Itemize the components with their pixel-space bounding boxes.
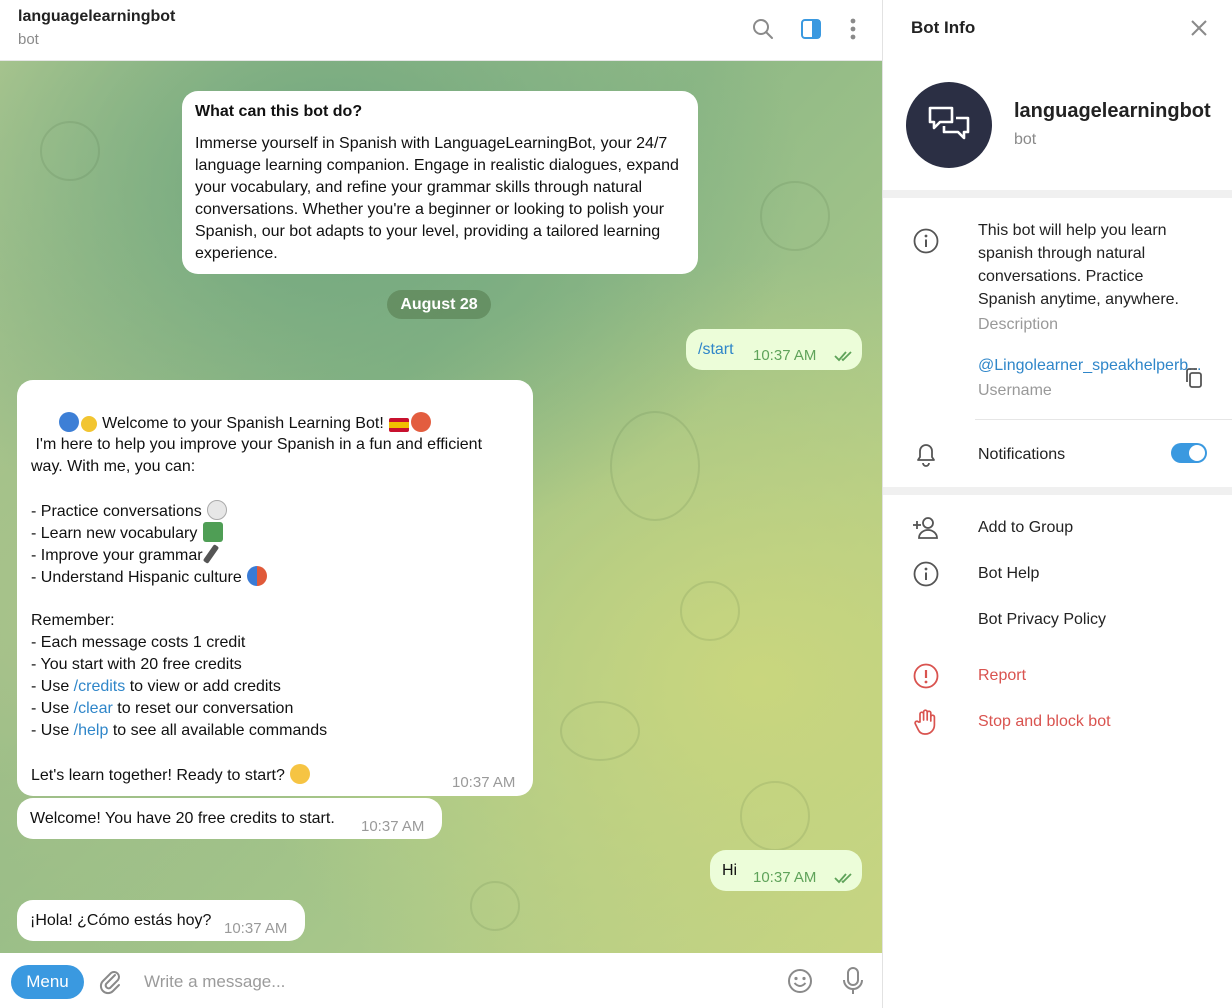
speech-bubble-emoji-icon xyxy=(207,500,228,520)
chat-column: languagelearningbot bot What can this bo… xyxy=(0,0,882,1008)
message-line: way. With me, you can: xyxy=(31,458,196,475)
command-link-help[interactable]: /help xyxy=(74,722,109,739)
divider xyxy=(883,487,1232,495)
message-line: Welcome to your Spanish Learning Bot! xyxy=(31,390,519,432)
message-time: 10:37 AM xyxy=(753,347,817,364)
message-text: Welcome! You have 20 free credits to sta… xyxy=(30,810,335,827)
bell-icon xyxy=(912,440,940,468)
date-separator: August 28 xyxy=(387,290,491,319)
message-line: - Understand Hispanic culture xyxy=(31,566,519,588)
info-card-body: Immerse yourself in Spanish with Languag… xyxy=(195,135,679,262)
books-emoji-icon xyxy=(202,522,223,542)
avatar[interactable] xyxy=(906,82,992,168)
chat-header: languagelearningbot bot xyxy=(0,0,882,61)
bot-info-panel: Bot Info languagelearningbot bot This bo… xyxy=(882,0,1232,1008)
message-incoming[interactable]: Welcome! You have 20 free credits to sta… xyxy=(17,798,442,839)
globe-emoji-icon xyxy=(58,412,79,432)
bot-help-label: Bot Help xyxy=(978,565,1040,582)
message-time: 10:37 AM xyxy=(361,818,425,835)
message-text: Hi xyxy=(722,862,738,879)
pen-emoji-icon xyxy=(202,544,220,564)
message-text[interactable]: /start xyxy=(698,339,734,361)
message-text: ¡Hola! ¿Cómo estás hoy? xyxy=(30,912,212,929)
add-user-icon xyxy=(912,514,940,542)
info-card-title: What can this bot do? xyxy=(195,103,363,120)
command-link-credits[interactable]: /credits xyxy=(74,678,126,695)
doodle xyxy=(740,781,810,851)
theater-masks-emoji-icon xyxy=(247,566,268,586)
copy-icon[interactable] xyxy=(1184,367,1204,394)
description-label: Description xyxy=(978,316,1059,333)
doodle xyxy=(470,881,520,931)
message-line: - Use /clear to reset our conversation xyxy=(31,700,294,717)
bot-subtitle: bot xyxy=(1014,131,1037,148)
rocket-emoji-icon xyxy=(411,412,432,432)
menu-button[interactable]: Menu xyxy=(11,965,84,999)
chat-bubbles-icon xyxy=(928,106,970,140)
info-icon xyxy=(912,560,940,588)
divider xyxy=(975,419,1232,420)
doodle xyxy=(40,121,100,181)
message-line: Remember: xyxy=(31,612,115,629)
stop-block-label: Stop and block bot xyxy=(978,713,1111,730)
message-outgoing[interactable]: /start 10:37 AM xyxy=(686,329,862,370)
add-to-group-action[interactable]: Add to Group xyxy=(883,510,1232,546)
bot-username[interactable]: @Lingolearner_speakhelperb... xyxy=(978,357,1208,375)
report-icon xyxy=(912,662,940,690)
bot-name: languagelearningbot xyxy=(1014,100,1211,122)
message-line: - You start with 20 free credits xyxy=(31,656,242,673)
close-icon[interactable] xyxy=(1189,18,1209,43)
star-emoji-icon xyxy=(290,764,311,784)
doodle xyxy=(760,181,830,251)
message-line: - Improve your grammar xyxy=(31,544,519,566)
doodle xyxy=(610,411,700,521)
command-link-clear[interactable]: /clear xyxy=(74,700,113,717)
double-check-icon xyxy=(834,869,856,891)
chat-subtitle: bot xyxy=(18,31,39,48)
message-line: I'm here to help you improve your Spanis… xyxy=(31,436,483,453)
notifications-toggle[interactable] xyxy=(1171,443,1207,463)
privacy-policy-action[interactable]: Bot Privacy Policy xyxy=(883,602,1232,638)
chat-title[interactable]: languagelearningbot xyxy=(18,8,175,26)
username-label: Username xyxy=(978,382,1052,399)
message-incoming[interactable]: Welcome to your Spanish Learning Bot! I'… xyxy=(17,380,533,796)
add-to-group-label: Add to Group xyxy=(978,519,1074,536)
message-line: - Each message costs 1 credit xyxy=(31,634,246,651)
attach-icon[interactable] xyxy=(97,967,123,1000)
message-time: 10:37 AM xyxy=(452,774,516,791)
double-check-icon xyxy=(834,347,856,369)
hand-stop-icon xyxy=(912,708,940,736)
report-label: Report xyxy=(978,667,1027,684)
panel-title: Bot Info xyxy=(911,18,976,37)
message-outgoing[interactable]: Hi 10:37 AM xyxy=(710,850,862,891)
message-time: 10:37 AM xyxy=(753,869,817,886)
microphone-icon[interactable] xyxy=(842,966,864,1001)
message-line: Let's learn together! Ready to start? xyxy=(31,764,519,786)
doodle xyxy=(560,701,640,761)
more-icon[interactable] xyxy=(840,16,866,42)
divider xyxy=(883,190,1232,198)
notifications-label: Notifications xyxy=(978,446,1066,463)
bot-description: This bot will help you learn spanish thr… xyxy=(978,222,1179,308)
sidebar-toggle-icon[interactable] xyxy=(798,16,824,42)
privacy-policy-label: Bot Privacy Policy xyxy=(978,611,1107,628)
message-line: - Learn new vocabulary xyxy=(31,522,519,544)
message-line: - Use /credits to view or add credits xyxy=(31,678,281,695)
toggle-knob xyxy=(1189,445,1205,461)
message-input[interactable] xyxy=(144,968,744,996)
emoji-icon[interactable] xyxy=(787,968,813,999)
sparkles-emoji-icon xyxy=(80,416,97,432)
message-time: 10:37 AM xyxy=(224,920,288,937)
search-icon[interactable] xyxy=(750,16,776,42)
bot-info-card: What can this bot do? Immerse yourself i… xyxy=(182,91,698,274)
spain-flag-icon xyxy=(389,418,410,432)
stop-block-action[interactable]: Stop and block bot xyxy=(883,704,1232,740)
message-line: - Use /help to see all available command… xyxy=(31,722,328,739)
info-icon xyxy=(912,227,940,255)
report-action[interactable]: Report xyxy=(883,658,1232,694)
bot-help-action[interactable]: Bot Help xyxy=(883,556,1232,592)
message-line: - Practice conversations xyxy=(31,500,519,522)
doodle xyxy=(680,581,740,641)
message-incoming[interactable]: ¡Hola! ¿Cómo estás hoy? 10:37 AM xyxy=(17,900,305,941)
